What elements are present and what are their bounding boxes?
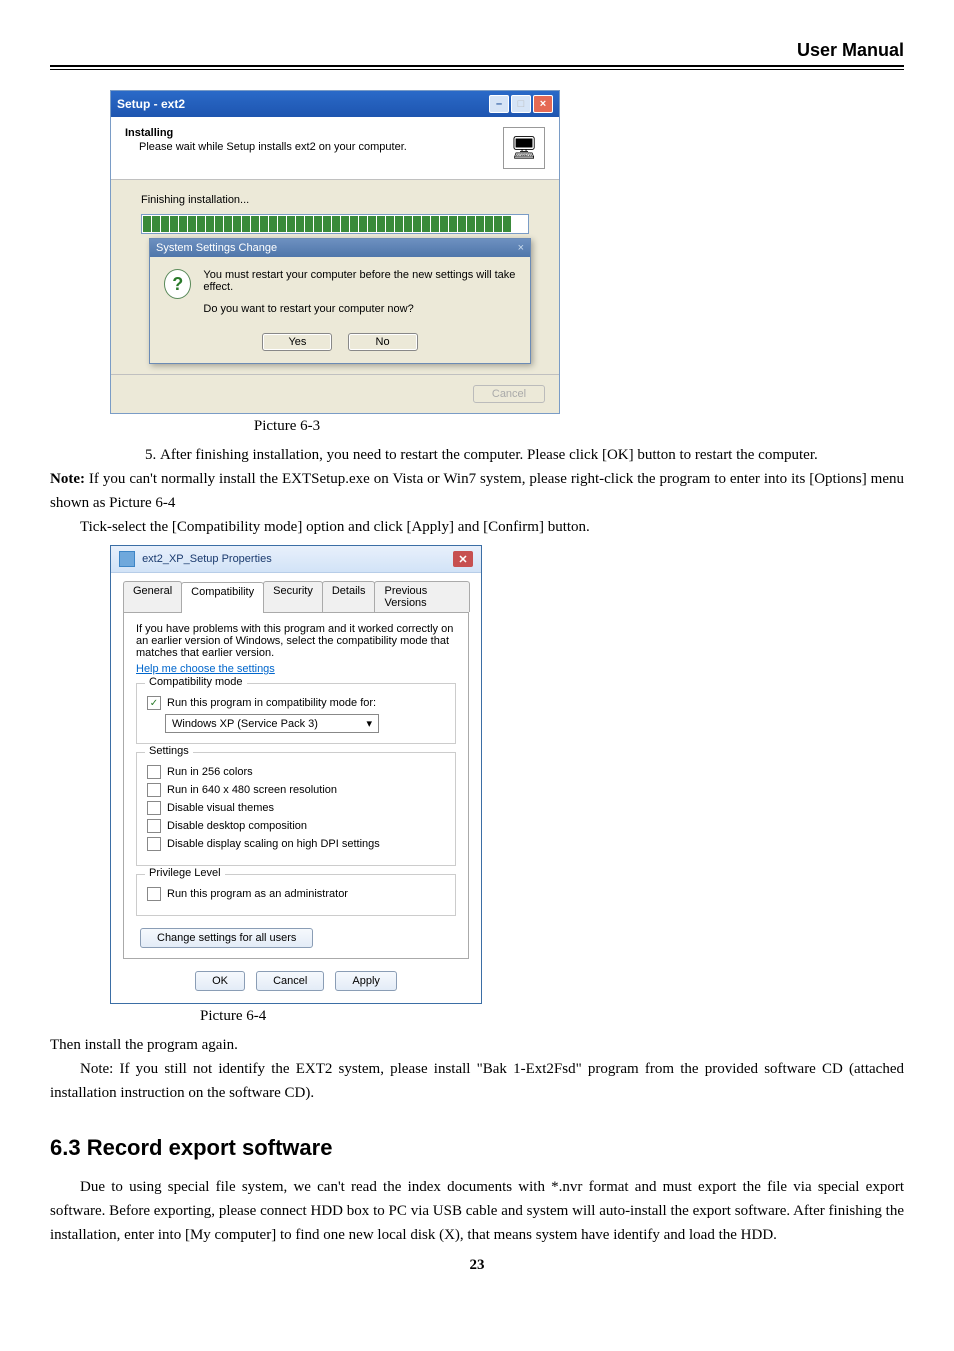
section-6-3-para: Due to using special file system, we can… <box>50 1175 904 1247</box>
page-number: 23 <box>50 1257 904 1274</box>
group-privilege: Privilege Level Run this program as an a… <box>136 874 456 916</box>
note-text-2: Note: If you still not identify the EXT2… <box>50 1057 904 1105</box>
label-disable-composition: Disable desktop composition <box>167 820 307 832</box>
label-run-as-admin: Run this program as an administrator <box>167 888 348 900</box>
tab-details[interactable]: Details <box>322 581 376 612</box>
label-256-colors: Run in 256 colors <box>167 766 253 778</box>
tick-select-text: Tick-select the [Compatibility mode] opt… <box>50 515 904 539</box>
msgbox-close-icon[interactable]: × <box>518 242 524 254</box>
progress-bar <box>141 214 529 234</box>
maximize-icon: □ <box>511 95 531 113</box>
setup-window-title: Setup - ext2 <box>117 97 185 111</box>
then-install-text: Then install the program again. <box>50 1033 904 1057</box>
setup-wizard-icon: 🖥 <box>503 127 545 169</box>
question-icon: ? <box>164 269 191 299</box>
label-640x480: Run in 640 x 480 screen resolution <box>167 784 337 796</box>
setup-footer: Cancel <box>111 374 559 413</box>
page-header-title: User Manual <box>50 40 904 65</box>
yes-button[interactable]: Yes <box>262 333 332 351</box>
chevron-down-icon: ▾ <box>366 717 372 730</box>
checkbox-256-colors[interactable] <box>147 765 161 779</box>
label-disable-dpi-scaling: Disable display scaling on high DPI sett… <box>167 838 380 850</box>
ok-button[interactable]: OK <box>195 971 245 991</box>
tab-previous-versions[interactable]: Previous Versions <box>374 581 470 612</box>
label-disable-themes: Disable visual themes <box>167 802 274 814</box>
group-compat-mode: Compatibility mode ✓ Run this program in… <box>136 683 456 744</box>
change-all-users-button[interactable]: Change settings for all users <box>140 928 313 948</box>
label-run-compat: Run this program in compatibility mode f… <box>167 697 376 709</box>
compat-mode-value: Windows XP (Service Pack 3) <box>172 718 318 730</box>
setup-status-text: Finishing installation... <box>141 194 529 206</box>
caption-6-3: Picture 6-3 <box>0 418 904 435</box>
group-settings-title: Settings <box>145 745 193 757</box>
minimize-icon[interactable]: – <box>489 95 509 113</box>
group-compat-title: Compatibility mode <box>145 676 247 688</box>
cancel-button-props[interactable]: Cancel <box>256 971 324 991</box>
checkbox-run-as-admin[interactable] <box>147 887 161 901</box>
properties-app-icon <box>119 551 135 567</box>
properties-tabs: General Compatibility Security Details P… <box>123 581 469 613</box>
step-5-text: After finishing installation, you need t… <box>160 443 904 467</box>
setup-subtext: Please wait while Setup installs ext2 on… <box>139 141 407 153</box>
setup-titlebar: Setup - ext2 – □ × <box>111 91 559 117</box>
properties-window: ext2_XP_Setup Properties ✕ General Compa… <box>110 545 482 1004</box>
close-icon[interactable]: × <box>533 95 553 113</box>
no-button[interactable]: No <box>348 333 418 351</box>
msgbox-title-text: System Settings Change <box>156 242 277 254</box>
checkbox-disable-themes[interactable] <box>147 801 161 815</box>
note-text-1: Note: If you can't normally install the … <box>50 467 904 515</box>
group-settings: Settings Run in 256 colors Run in 640 x … <box>136 752 456 866</box>
setup-header-panel: Installing Please wait while Setup insta… <box>111 117 559 180</box>
header-rule-thin <box>50 69 904 70</box>
setup-body: Finishing installation... System Setting… <box>111 180 559 374</box>
header-rule-thick <box>50 65 904 67</box>
caption-6-4: Picture 6-4 <box>200 1008 904 1025</box>
msgbox-line1: You must restart your computer before th… <box>203 269 516 293</box>
tab-security[interactable]: Security <box>263 581 323 612</box>
section-6-3-heading: 6.3 Record export software <box>50 1135 904 1161</box>
tab-compatibility[interactable]: Compatibility <box>181 582 264 613</box>
group-privilege-title: Privilege Level <box>145 867 225 879</box>
properties-title-text: ext2_XP_Setup Properties <box>142 553 272 565</box>
checkbox-640x480[interactable] <box>147 783 161 797</box>
compat-intro-text: If you have problems with this program a… <box>136 623 456 659</box>
setup-ext2-window: Setup - ext2 – □ × Installing Please wai… <box>110 90 560 414</box>
compat-mode-select[interactable]: Windows XP (Service Pack 3) ▾ <box>165 714 379 733</box>
checkbox-disable-composition[interactable] <box>147 819 161 833</box>
properties-close-icon[interactable]: ✕ <box>453 551 473 567</box>
cancel-button: Cancel <box>473 385 545 403</box>
checkbox-run-compat[interactable]: ✓ <box>147 696 161 710</box>
checkbox-disable-dpi-scaling[interactable] <box>147 837 161 851</box>
setup-heading: Installing <box>125 127 407 139</box>
tab-general[interactable]: General <box>123 581 182 612</box>
apply-button[interactable]: Apply <box>335 971 397 991</box>
msgbox-line2: Do you want to restart your computer now… <box>203 303 516 315</box>
help-choose-link[interactable]: Help me choose the settings <box>136 663 275 675</box>
system-settings-change-dialog: System Settings Change × ? You must rest… <box>149 238 531 364</box>
